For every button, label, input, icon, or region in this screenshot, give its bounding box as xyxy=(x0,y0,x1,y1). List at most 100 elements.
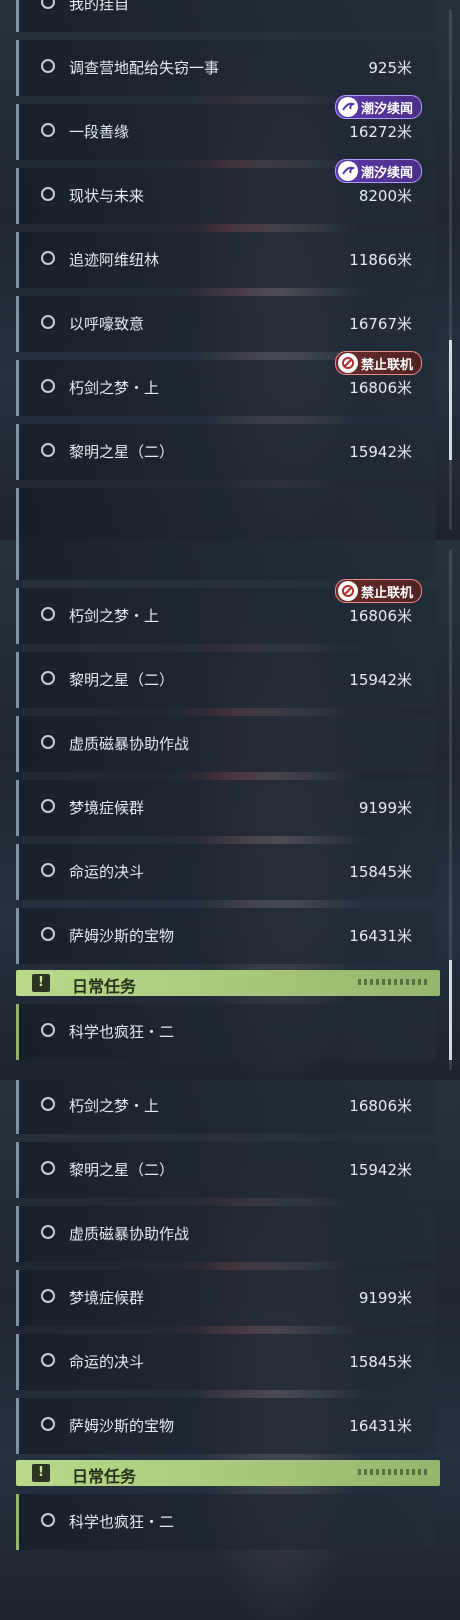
quest-distance: 16806米 xyxy=(349,607,412,625)
tide-tag-badge: 潮汐续闻 xyxy=(334,159,422,183)
no-coop-badge: 禁止联机 xyxy=(334,351,422,375)
quest-row[interactable]: 潮汐续闻 现状与未来 8200米 xyxy=(16,159,436,224)
exclamation-icon: ! xyxy=(32,1464,50,1482)
quest-row-partial[interactable]: 我的挂自 xyxy=(16,0,436,32)
quest-row[interactable]: 黎明之星（二） 15942米 xyxy=(16,652,436,708)
quest-name: 虚质磁暴协助作战 xyxy=(69,735,190,753)
quest-row[interactable]: 调查营地配给失窃一事 925米 xyxy=(16,40,436,96)
quest-radio-icon[interactable] xyxy=(41,123,55,137)
quest-radio-icon[interactable] xyxy=(41,735,55,749)
quest-name: 科学也疯狂・二 xyxy=(69,1023,175,1041)
quest-row[interactable]: 命运的决斗 15845米 xyxy=(16,844,436,900)
quest-radio-icon[interactable] xyxy=(41,187,55,201)
quest-name: 黎明之星（二） xyxy=(69,1161,175,1179)
quest-radio-icon[interactable] xyxy=(41,443,55,457)
quest-distance: 9199米 xyxy=(358,799,412,817)
quest-row[interactable]: 以呼嚎致意 16767米 xyxy=(16,296,436,352)
quest-row[interactable]: 梦境症候群 9199米 xyxy=(16,780,436,836)
no-coop-badge: 禁止联机 xyxy=(334,579,422,603)
scrollbar[interactable] xyxy=(449,550,452,1070)
quest-row[interactable]: 梦境症候群 9199米 xyxy=(16,1270,436,1326)
quest-name: 黎明之星（二） xyxy=(69,443,175,461)
quest-radio-icon[interactable] xyxy=(41,1353,55,1367)
quest-radio-icon[interactable] xyxy=(41,251,55,265)
section-decoration xyxy=(358,1469,428,1475)
quest-radio-icon[interactable] xyxy=(41,379,55,393)
quest-distance: 15845米 xyxy=(349,1353,412,1371)
quest-row[interactable]: 科学也疯狂・二 xyxy=(16,1004,436,1060)
quest-name: 追迹阿维纽林 xyxy=(69,251,160,269)
quest-row-partial[interactable] xyxy=(16,488,436,540)
quest-row[interactable]: 禁止联机 朽剑之梦・上 16806米 xyxy=(16,579,436,644)
quest-radio-icon[interactable] xyxy=(41,315,55,329)
quest-distance: 15845米 xyxy=(349,863,412,881)
badge-label: 禁止联机 xyxy=(360,585,413,601)
quest-radio-icon[interactable] xyxy=(41,0,55,9)
tide-swirl-icon xyxy=(337,161,358,181)
quest-radio-icon[interactable] xyxy=(41,1097,55,1111)
quest-row[interactable]: 虚质磁暴协助作战 xyxy=(16,716,436,772)
quest-name: 萨姆沙斯的宝物 xyxy=(69,927,175,945)
quest-radio-icon[interactable] xyxy=(41,59,55,73)
scrollbar[interactable] xyxy=(449,10,452,530)
badge-label: 潮汐续闻 xyxy=(360,165,413,181)
quest-row[interactable]: 禁止联机 朽剑之梦・上 16806米 xyxy=(16,351,436,416)
quest-name: 萨姆沙斯的宝物 xyxy=(69,1417,175,1435)
quest-name: 现状与未来 xyxy=(69,187,145,205)
quest-row[interactable]: 潮汐续闻 一段善缘 16272米 xyxy=(16,95,436,160)
quest-row[interactable]: 虚质磁暴协助作战 xyxy=(16,1206,436,1262)
quest-distance: 15942米 xyxy=(349,1161,412,1179)
quest-distance: 15942米 xyxy=(349,443,412,461)
exclamation-icon: ! xyxy=(32,974,50,992)
quest-radio-icon[interactable] xyxy=(41,863,55,877)
quest-name: 朽剑之梦・上 xyxy=(69,1097,160,1115)
tide-tag-badge: 潮汐续闻 xyxy=(334,95,422,119)
quest-name: 调查营地配给失窃一事 xyxy=(69,59,220,77)
quest-row[interactable]: 黎明之星（二） 15942米 xyxy=(16,1142,436,1198)
quest-name: 朽剑之梦・上 xyxy=(69,607,160,625)
quest-row-partial[interactable] xyxy=(16,540,436,580)
quest-radio-icon[interactable] xyxy=(41,799,55,813)
quest-name: 以呼嚎致意 xyxy=(69,315,145,333)
quest-row[interactable]: 萨姆沙斯的宝物 16431米 xyxy=(16,1398,436,1454)
daily-quest-section-header[interactable]: ! 日常任务 xyxy=(16,1460,440,1486)
no-coop-icon xyxy=(337,353,358,373)
quest-distance: 8200米 xyxy=(358,187,412,205)
quest-distance: 16431米 xyxy=(349,927,412,945)
quest-list-panel-3: 朽剑之梦・上 16806米 黎明之星（二） 15942米 虚质磁暴协助作战 梦境… xyxy=(0,1080,460,1620)
quest-radio-icon[interactable] xyxy=(41,607,55,621)
quest-name: 命运的决斗 xyxy=(69,1353,145,1371)
quest-row[interactable]: 萨姆沙斯的宝物 16431米 xyxy=(16,908,436,964)
scrollbar-thumb[interactable] xyxy=(449,340,452,460)
quest-row[interactable]: 黎明之星（二） 15942米 xyxy=(16,424,436,480)
quest-distance: 9199米 xyxy=(358,1289,412,1307)
quest-row[interactable]: 科学也疯狂・二 xyxy=(16,1494,436,1550)
quest-radio-icon[interactable] xyxy=(41,927,55,941)
quest-distance: 15942米 xyxy=(349,671,412,689)
quest-distance: 16767米 xyxy=(349,315,412,333)
quest-name: 我的挂自 xyxy=(69,0,130,13)
quest-distance: 16806米 xyxy=(349,379,412,397)
quest-distance: 11866米 xyxy=(349,251,412,269)
quest-list-panel-2: 禁止联机 朽剑之梦・上 16806米 黎明之星（二） 15942米 虚质磁暴协助… xyxy=(0,540,460,1080)
daily-quest-section-header[interactable]: ! 日常任务 xyxy=(16,970,440,996)
quest-radio-icon[interactable] xyxy=(41,1023,55,1037)
quest-row[interactable]: 追迹阿维纽林 11866米 xyxy=(16,232,436,288)
quest-distance: 16272米 xyxy=(349,123,412,141)
quest-radio-icon[interactable] xyxy=(41,1161,55,1175)
quest-row[interactable]: 命运的决斗 15845米 xyxy=(16,1334,436,1390)
badge-label: 禁止联机 xyxy=(360,357,413,373)
quest-radio-icon[interactable] xyxy=(41,1225,55,1239)
quest-radio-icon[interactable] xyxy=(41,671,55,685)
quest-name: 虚质磁暴协助作战 xyxy=(69,1225,190,1243)
quest-radio-icon[interactable] xyxy=(41,1289,55,1303)
quest-distance: 16431米 xyxy=(349,1417,412,1435)
quest-radio-icon[interactable] xyxy=(41,1513,55,1527)
scrollbar-thumb[interactable] xyxy=(449,960,452,1060)
quest-name: 梦境症候群 xyxy=(69,799,145,817)
tide-swirl-icon xyxy=(337,97,358,117)
quest-name: 黎明之星（二） xyxy=(69,671,175,689)
quest-radio-icon[interactable] xyxy=(41,1417,55,1431)
quest-row[interactable]: 朽剑之梦・上 16806米 xyxy=(16,1080,436,1134)
no-coop-icon xyxy=(337,581,358,601)
